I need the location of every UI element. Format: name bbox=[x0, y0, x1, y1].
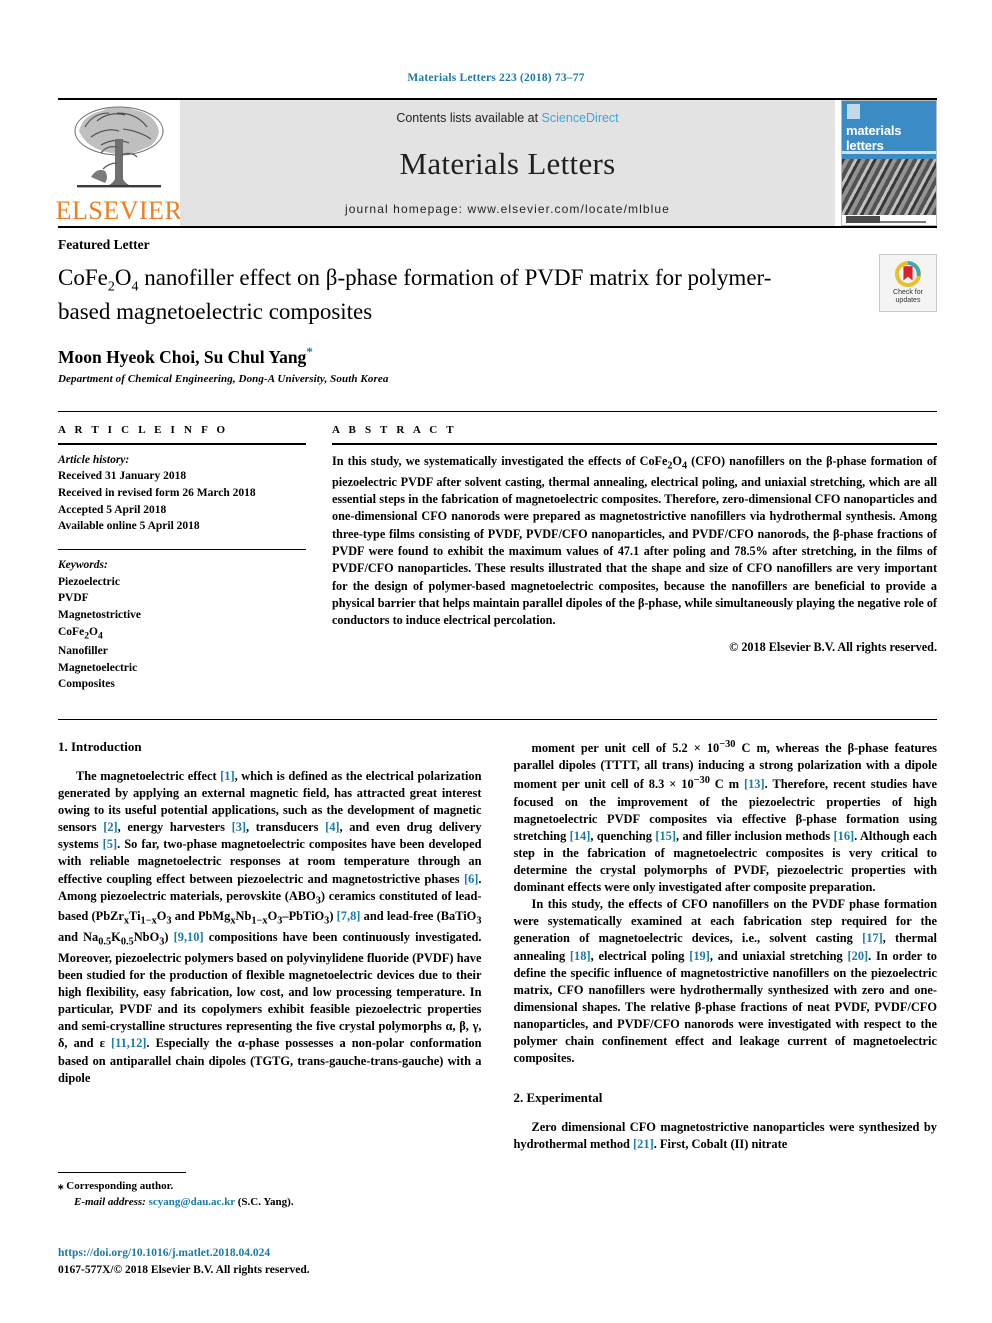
history-item: Available online 5 April 2018 bbox=[58, 520, 200, 533]
crossmark-badge[interactable]: Check for updates bbox=[879, 254, 937, 312]
article-header: Featured Letter CoFe2O4 nanofiller effec… bbox=[58, 226, 937, 385]
corresponding-author-marker: * bbox=[306, 343, 313, 359]
abstract-text: In this study, we systematically investi… bbox=[332, 453, 937, 628]
history-item: Accepted 5 April 2018 bbox=[58, 503, 167, 516]
footnote-block: ⁎ Corresponding author. E-mail address: … bbox=[58, 1172, 478, 1211]
intro-paragraph-2: moment per unit cell of 5.2 × 10−30 C m,… bbox=[513, 739, 938, 895]
running-head: Materials Letters 223 (2018) 73–77 bbox=[407, 72, 585, 84]
cover-logo-icon bbox=[847, 104, 860, 119]
cover-micrograph-image bbox=[842, 159, 936, 215]
elsevier-tree-icon bbox=[74, 106, 164, 188]
journal-homepage-link[interactable]: journal homepage: www.elsevier.com/locat… bbox=[345, 202, 670, 216]
author-list: Moon Hyeok Choi, Su Chul Yang* bbox=[58, 344, 937, 368]
author-names: Moon Hyeok Choi, Su Chul Yang bbox=[58, 346, 307, 367]
body-column-left: 1. Introduction The magnetoelectric effe… bbox=[58, 738, 482, 1189]
article-history-label: Article history: bbox=[58, 453, 130, 466]
abstract-heading: A B S T R A C T bbox=[332, 423, 457, 436]
cover-publisher-mark bbox=[846, 216, 880, 223]
experimental-paragraph-1: Zero dimensional CFO magnetostrictive na… bbox=[513, 1120, 938, 1152]
journal-title: Materials Letters bbox=[399, 145, 616, 181]
cover-divider bbox=[842, 151, 936, 154]
contents-prefix: Contents lists available at bbox=[396, 111, 542, 125]
email-note: E-mail address: scyang@dau.ac.kr (S.C. Y… bbox=[58, 1195, 478, 1211]
cover-journal-name: materials letters bbox=[846, 123, 902, 153]
issn-copyright-line: 0167-577X/© 2018 Elsevier B.V. All right… bbox=[58, 1264, 310, 1277]
email-link[interactable]: scyang@dau.ac.kr bbox=[149, 1196, 235, 1208]
doi-block: https://doi.org/10.1016/j.matlet.2018.04… bbox=[58, 1245, 310, 1280]
body-column-right: moment per unit cell of 5.2 × 10−30 C m,… bbox=[514, 738, 938, 1189]
copyright-line: © 2018 Elsevier B.V. All rights reserved… bbox=[729, 639, 937, 654]
article-info-heading: A R T I C L E I N F O bbox=[58, 423, 229, 436]
article-info-column: A R T I C L E I N F O Article history: R… bbox=[58, 424, 306, 693]
intro-paragraph-1: The magnetoelectric effect [1], which is… bbox=[58, 768, 482, 1085]
affiliation: Department of Chemical Engineering, Dong… bbox=[58, 372, 389, 385]
keyword-item: CoFe2O4 bbox=[58, 625, 103, 642]
corresponding-author-note: ⁎ Corresponding author. bbox=[58, 1179, 478, 1195]
keyword-item: Piezoelectric bbox=[58, 575, 120, 588]
article-type-label: Featured Letter bbox=[58, 237, 150, 252]
crossmark-line-1: Check for bbox=[893, 288, 923, 296]
contents-available-line: Contents lists available at ScienceDirec… bbox=[396, 111, 618, 125]
corresponding-author-text: Corresponding author. bbox=[66, 1180, 174, 1192]
email-owner: (S.C. Yang). bbox=[237, 1195, 294, 1208]
keywords-block: Keywords: Piezoelectric PVDF Magnetostri… bbox=[58, 550, 306, 693]
section-heading-experimental: 2. Experimental bbox=[513, 1090, 603, 1106]
intro-paragraph-3: In this study, the effects of CFO nanofi… bbox=[513, 897, 938, 1066]
history-item: Received in revised form 26 March 2018 bbox=[58, 487, 256, 500]
abstract-column: A B S T R A C T In this study, we system… bbox=[332, 424, 937, 693]
article-page: Materials Letters 223 (2018) 73–77 ELSEV… bbox=[0, 0, 992, 1323]
keyword-item: Magnetostrictive bbox=[58, 609, 142, 622]
keyword-item: Magnetoelectric bbox=[58, 661, 138, 674]
email-label: E-mail address: bbox=[74, 1195, 146, 1208]
keyword-item: Nanofiller bbox=[58, 644, 108, 657]
article-history-block: Article history: Received 31 January 201… bbox=[58, 445, 306, 535]
journal-cover-thumbnail[interactable]: materials letters bbox=[841, 100, 937, 226]
history-item: Received 31 January 2018 bbox=[58, 470, 187, 483]
footnote-marker: ⁎ bbox=[58, 1180, 64, 1192]
section-heading-introduction: 1. Introduction bbox=[58, 739, 142, 754]
article-body: 1. Introduction The magnetoelectric effe… bbox=[58, 719, 937, 1189]
crossmark-icon bbox=[895, 260, 921, 287]
journal-band: Contents lists available at ScienceDirec… bbox=[180, 100, 835, 226]
cover-header: materials letters bbox=[842, 101, 936, 159]
keyword-item: Composites bbox=[58, 678, 115, 691]
page-title: CoFe2O4 nanofiller effect on β-phase for… bbox=[58, 265, 772, 324]
crossmark-line-2: updates bbox=[895, 297, 921, 304]
info-abstract-region: A R T I C L E I N F O Article history: R… bbox=[58, 410, 937, 693]
sciencedirect-link[interactable]: ScienceDirect bbox=[542, 111, 619, 125]
elsevier-logo: ELSEVIER bbox=[55, 100, 183, 226]
keywords-label: Keywords: bbox=[58, 559, 108, 572]
footnote-divider bbox=[58, 1172, 186, 1173]
journal-masthead: ELSEVIER Contents lists available at Sci… bbox=[55, 98, 937, 226]
keyword-item: PVDF bbox=[58, 592, 89, 605]
elsevier-wordmark: ELSEVIER bbox=[55, 196, 183, 225]
crossmark-label: Check for updates bbox=[893, 289, 923, 305]
doi-link[interactable]: https://doi.org/10.1016/j.matlet.2018.04… bbox=[58, 1245, 310, 1262]
